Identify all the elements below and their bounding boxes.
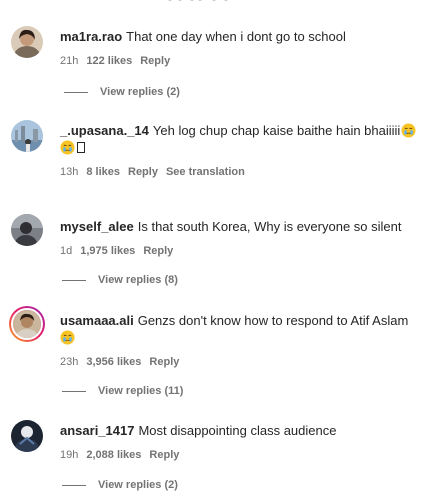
comment-body: Most disappointing class audience — [138, 423, 337, 438]
comment-text: myself_alee Is that south Korea, Why is e… — [60, 218, 419, 235]
comment-body: Is that south Korea, Why is everyone so … — [137, 219, 402, 234]
comment-username[interactable]: ansari_1417 — [60, 423, 134, 438]
comment-likes[interactable]: 3,956 likes — [86, 356, 141, 368]
comment-time: 23h — [60, 356, 79, 368]
avatar[interactable] — [11, 120, 43, 152]
view-replies-label: View replies (2) — [98, 479, 178, 491]
divider-line — [62, 279, 86, 281]
comment-likes[interactable]: 2,088 likes — [86, 449, 141, 461]
divider-line — [64, 91, 88, 93]
comment-text: ma1ra.rao That one day when i dont go to … — [60, 28, 419, 45]
divider-line — [62, 390, 86, 392]
comment-username[interactable]: ma1ra.rao — [60, 29, 122, 44]
comment-meta: 1d 1,975 likes Reply — [60, 244, 419, 258]
reply-button[interactable]: Reply — [149, 449, 179, 461]
crying-face-emoji-icon — [60, 140, 75, 155]
missing-glyph-icon — [77, 142, 85, 153]
view-replies-label: View replies (2) — [100, 86, 180, 98]
reply-button[interactable]: Reply — [128, 166, 158, 178]
view-replies-button[interactable]: View replies (2) — [64, 85, 180, 99]
avatar[interactable] — [11, 26, 43, 58]
comment-meta: 19h 2,088 likes Reply — [60, 448, 419, 462]
comment-text: _.upasana._14 Yeh log chup chap kaise bai… — [60, 122, 419, 156]
comment-username[interactable]: usamaaa.ali — [60, 313, 134, 328]
avatar[interactable] — [11, 214, 43, 246]
comment-text: usamaaa.ali Genzs don't know how to respo… — [60, 312, 419, 346]
divider-line — [62, 484, 86, 486]
comment-time: 1d — [60, 245, 73, 257]
view-replies-label: View replies (11) — [98, 385, 184, 397]
reply-button[interactable]: Reply — [143, 245, 173, 257]
comment-username[interactable]: _.upasana._14 — [60, 123, 149, 138]
avatar[interactable] — [9, 306, 45, 342]
comment-meta: 23h 3,956 likes Reply — [60, 355, 419, 369]
avatar-image — [11, 308, 43, 340]
view-replies-button[interactable]: View replies (2) — [62, 478, 178, 492]
avatar[interactable] — [11, 420, 43, 452]
comment-body: That one day when i dont go to school — [126, 29, 346, 44]
comment-time: 21h — [60, 55, 79, 67]
comment-text: ansari_1417 Most disappointing class audi… — [60, 422, 419, 439]
comment-meta: 21h 122 likes Reply — [60, 54, 419, 68]
crying-face-emoji-icon — [60, 330, 75, 345]
comment-time: 13h — [60, 166, 79, 178]
comment-likes[interactable]: 8 likes — [86, 166, 120, 178]
comment-body: Yeh log chup chap kaise baithe hain bhai… — [152, 123, 401, 138]
reply-button[interactable]: Reply — [140, 55, 170, 67]
view-replies-label: View replies (8) — [98, 274, 178, 286]
comment-meta: 13h 8 likes Reply See translation — [60, 165, 419, 179]
clipped-text-fragment — [168, 0, 232, 4]
comment-body: Genzs don't know how to respond to Atif … — [137, 313, 409, 328]
view-replies-button[interactable]: View replies (11) — [62, 384, 183, 398]
crying-face-emoji-icon — [401, 123, 416, 138]
comment-likes[interactable]: 1,975 likes — [80, 245, 135, 257]
comment-username[interactable]: myself_alee — [60, 219, 134, 234]
reply-button[interactable]: Reply — [149, 356, 179, 368]
view-replies-button[interactable]: View replies (8) — [62, 273, 178, 287]
see-translation-button[interactable]: See translation — [166, 166, 245, 178]
comment-time: 19h — [60, 449, 79, 461]
comment-likes[interactable]: 122 likes — [86, 55, 132, 67]
